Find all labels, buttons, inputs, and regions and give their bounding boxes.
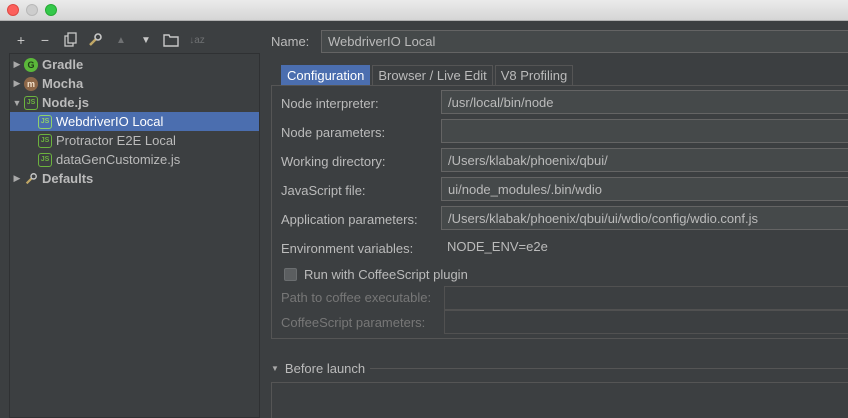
working-directory-label: Working directory: [281,154,386,169]
coffeescript-checkbox[interactable] [284,268,297,281]
node-parameters-label: Node parameters: [281,125,386,140]
node-interpreter-label: Node interpreter: [281,96,379,111]
tree-item-datagencustomize[interactable]: JS dataGenCustomize.js [10,150,259,169]
remove-icon[interactable]: − [36,30,54,50]
nodejs-icon: JS [38,133,52,148]
node-interpreter-input[interactable]: /usr/local/bin/node [441,90,848,114]
coffeescript-params-input[interactable] [444,310,848,334]
name-label: Name: [271,34,310,49]
gradle-icon: G [24,57,38,72]
zoom-window-button[interactable] [45,4,57,16]
javascript-file-label: JavaScript file: [281,183,366,198]
tree-item-gradle[interactable]: ▶ G Gradle [10,55,259,74]
javascript-file-input[interactable]: ui/node_modules/.bin/wdio [441,177,848,201]
tab-v8-profiling[interactable]: V8 Profiling [494,65,574,85]
nodejs-icon: JS [38,152,52,167]
coffee-path-input[interactable] [444,286,848,310]
tab-bar: Configuration Browser / Live Edit V8 Pro… [281,65,575,85]
collapse-arrow-icon[interactable]: ▼ [10,98,24,108]
sort-icon[interactable]: ↓az [188,30,206,50]
nodejs-icon: JS [24,95,38,110]
before-launch-header[interactable]: ▼ Before launch [271,361,365,376]
close-window-button[interactable] [7,4,19,16]
tree-item-mocha[interactable]: ▶ m Mocha [10,74,259,93]
tree-item-label: Node.js [42,95,89,110]
collapse-arrow-icon[interactable]: ▼ [271,364,279,373]
move-down-icon[interactable]: ▼ [137,30,155,50]
tree-item-nodejs[interactable]: ▼ JS Node.js [10,93,259,112]
before-launch-panel [271,382,848,418]
tree-item-label: dataGenCustomize.js [56,152,181,167]
coffee-path-label: Path to coffee executable: [281,290,432,305]
divider [370,368,848,369]
expand-arrow-icon[interactable]: ▶ [10,173,24,184]
wrench-icon[interactable] [86,30,104,50]
node-parameters-input[interactable] [441,119,848,143]
tree-item-defaults[interactable]: ▶ Defaults [10,169,259,188]
name-input[interactable]: WebdriverIO Local [321,30,848,53]
nodejs-icon: JS [38,114,52,129]
tab-browser-live-edit[interactable]: Browser / Live Edit [372,65,493,85]
environment-variables-input[interactable]: NODE_ENV=e2e [441,235,848,259]
folder-icon[interactable] [162,30,180,50]
tree-item-label: WebdriverIO Local [56,114,164,129]
config-toolbar: + − ▲ ▼ ↓az [10,30,260,52]
expand-arrow-icon[interactable]: ▶ [10,78,24,89]
application-parameters-input[interactable]: /Users/klabak/phoenix/qbui/ui/wdio/confi… [441,206,848,230]
tab-configuration[interactable]: Configuration [281,65,371,85]
tree-item-webdriverio-local[interactable]: JS WebdriverIO Local [10,112,259,131]
wrench-icon [24,172,38,186]
application-parameters-label: Application parameters: [281,212,418,227]
tree-item-protractor-e2e-local[interactable]: JS Protractor E2E Local [10,131,259,150]
tree-item-label: Protractor E2E Local [56,133,176,148]
expand-arrow-icon[interactable]: ▶ [10,59,24,70]
title-bar [0,0,848,21]
move-up-icon[interactable]: ▲ [112,30,130,50]
config-tree: ▶ G Gradle ▶ m Mocha ▼ JS Node.js JS Web… [9,53,260,418]
tree-item-label: Defaults [42,171,94,186]
working-directory-input[interactable]: /Users/klabak/phoenix/qbui/ [441,148,848,172]
tree-item-label: Mocha [42,76,84,91]
add-icon[interactable]: + [12,30,30,50]
environment-variables-label: Environment variables: [281,241,414,256]
coffeescript-checkbox-label[interactable]: Run with CoffeeScript plugin [304,267,468,282]
tree-item-label: Gradle [42,57,84,72]
copy-icon[interactable] [62,30,80,50]
mocha-icon: m [24,76,38,91]
coffeescript-params-label: CoffeeScript parameters: [281,315,426,330]
before-launch-label: Before launch [284,361,366,376]
minimize-window-button[interactable] [26,4,38,16]
